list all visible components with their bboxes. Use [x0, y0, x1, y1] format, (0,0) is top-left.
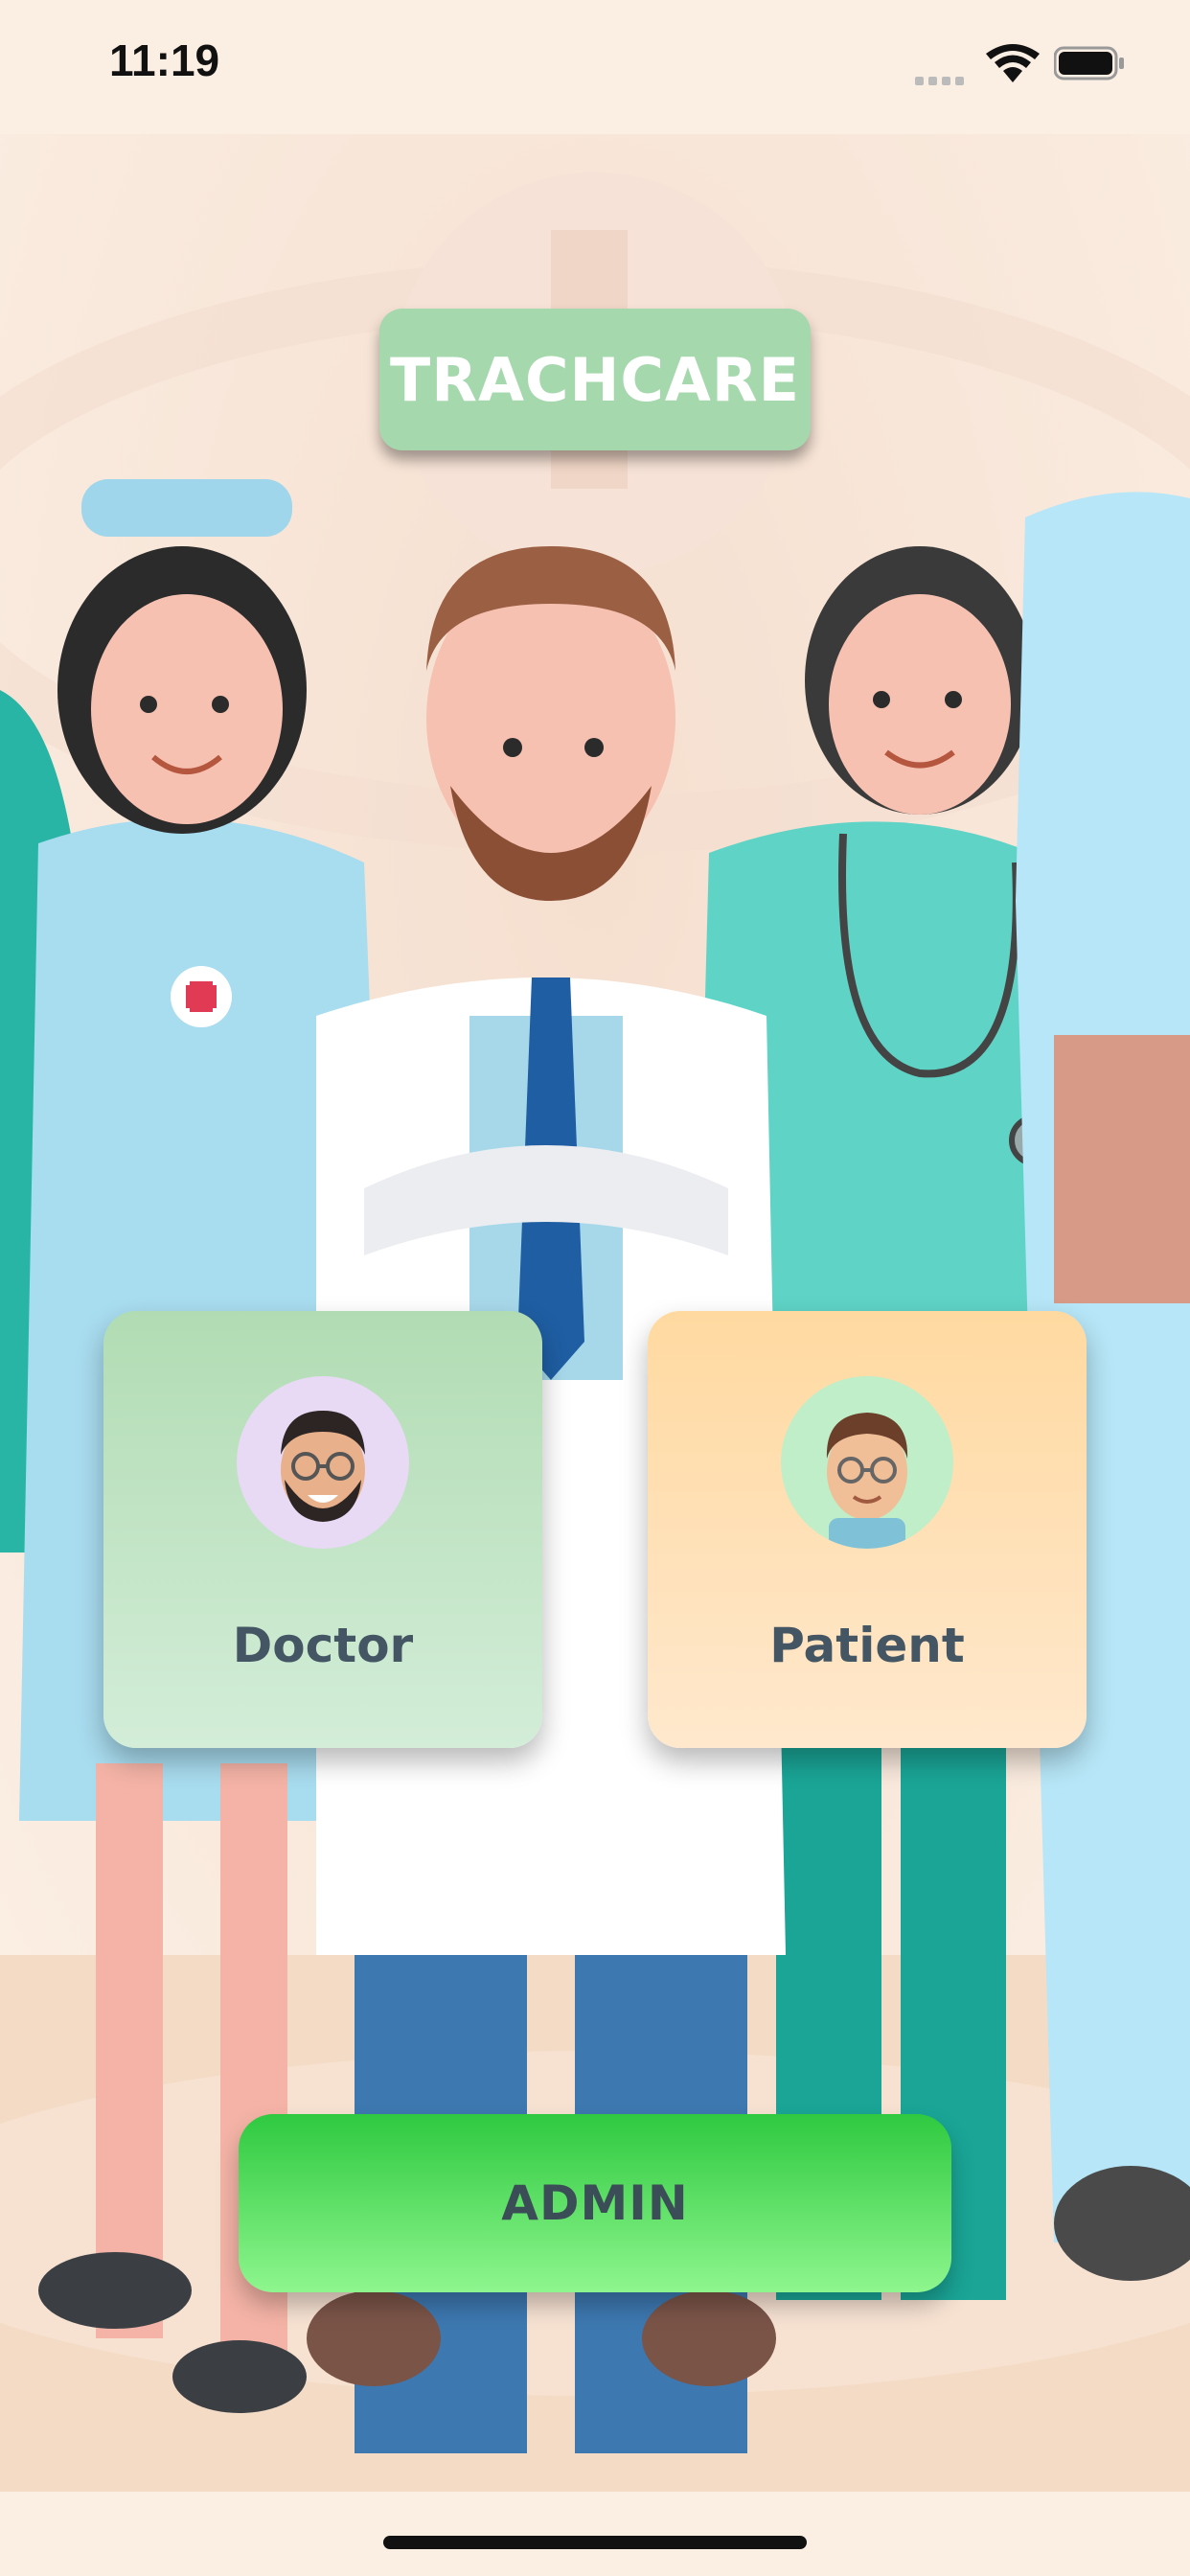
- home-indicator[interactable]: [383, 2536, 807, 2549]
- patient-label: Patient: [769, 1618, 965, 1673]
- doctor-role-card[interactable]: Doctor: [103, 1311, 542, 1748]
- wifi-icon: [986, 44, 1040, 82]
- role-selection-screen: 11:19 TRACHCARE Doctor Patient ADMIN: [0, 0, 1190, 2576]
- battery-icon: [1054, 46, 1124, 80]
- doctor-label: Doctor: [232, 1618, 414, 1673]
- app-title: TRACHCARE: [379, 309, 811, 450]
- cellular-signal-icon: [915, 71, 969, 89]
- patient-role-card[interactable]: Patient: [648, 1311, 1087, 1748]
- admin-button[interactable]: ADMIN: [239, 2114, 951, 2292]
- status-bar: 11:19: [0, 0, 1190, 134]
- patient-avatar-icon: [781, 1376, 953, 1549]
- doctor-avatar-icon: [237, 1376, 409, 1549]
- status-time: 11:19: [109, 35, 220, 85]
